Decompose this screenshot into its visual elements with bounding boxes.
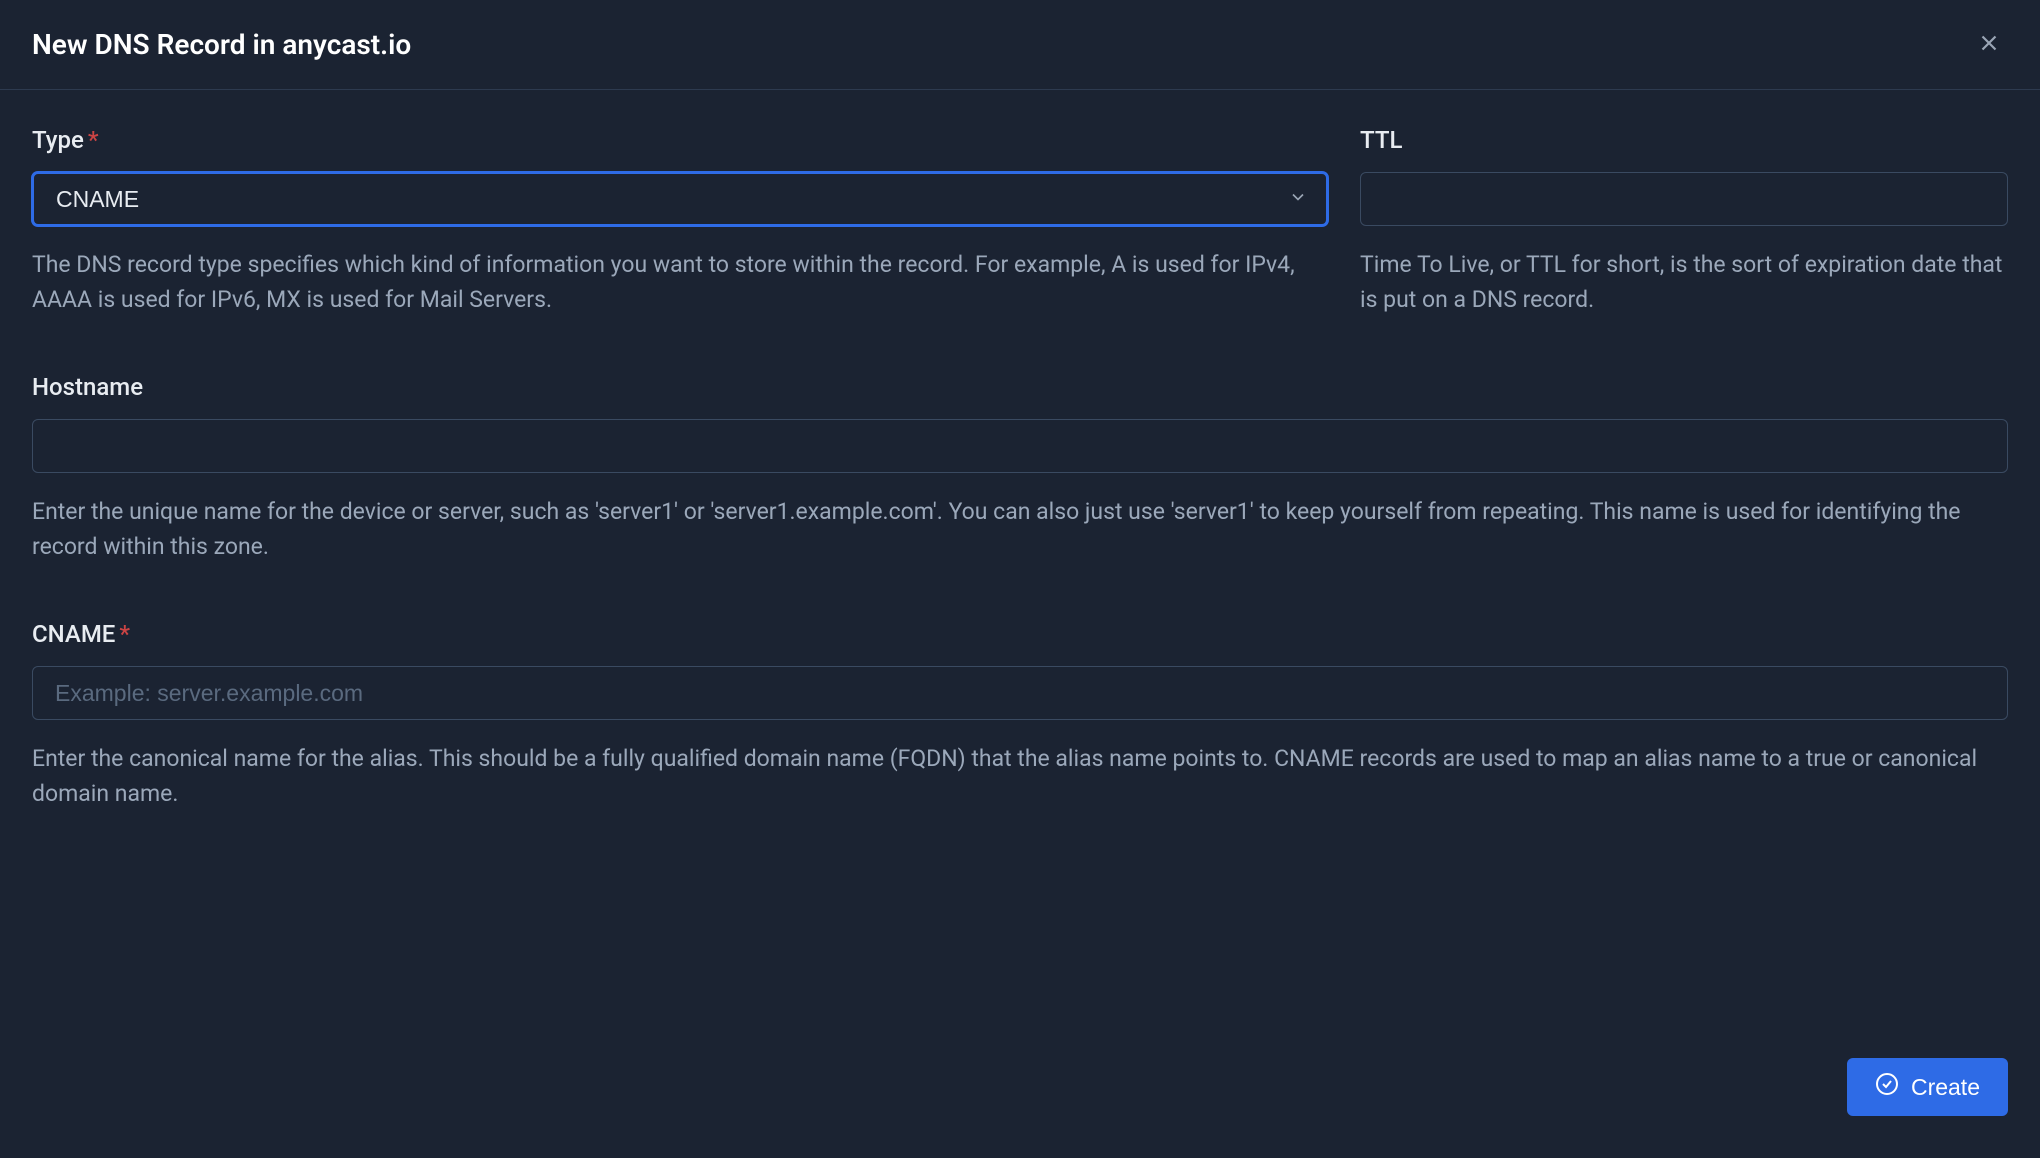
- form-row-type-ttl: Type* The DNS record type specifies whic…: [32, 126, 2008, 317]
- hostname-label: Hostname: [32, 373, 2008, 401]
- create-button[interactable]: Create: [1847, 1058, 2008, 1116]
- cname-label-text: CNAME: [32, 620, 115, 648]
- cname-help-text: Enter the canonical name for the alias. …: [32, 742, 2008, 811]
- close-icon: [1976, 30, 2002, 59]
- type-help-text: The DNS record type specifies which kind…: [32, 248, 1328, 317]
- modal-title: New DNS Record in anycast.io: [32, 28, 411, 61]
- check-circle-icon: [1875, 1072, 1899, 1102]
- ttl-input[interactable]: [1360, 172, 2008, 226]
- type-label-text: Type: [32, 126, 84, 154]
- ttl-label: TTL: [1360, 126, 2008, 154]
- type-select-wrapper: [32, 172, 1328, 226]
- required-asterisk: *: [88, 126, 99, 154]
- cname-field-group: CNAME* Enter the canonical name for the …: [32, 620, 2008, 811]
- required-asterisk: *: [119, 620, 130, 648]
- ttl-help-text: Time To Live, or TTL for short, is the s…: [1360, 248, 2008, 317]
- cname-label: CNAME*: [32, 620, 2008, 648]
- type-label: Type*: [32, 126, 1328, 154]
- hostname-field-group: Hostname Enter the unique name for the d…: [32, 373, 2008, 564]
- type-field-group: Type* The DNS record type specifies whic…: [32, 126, 1328, 317]
- hostname-input[interactable]: [32, 419, 2008, 473]
- close-button[interactable]: [1970, 24, 2008, 65]
- hostname-help-text: Enter the unique name for the device or …: [32, 495, 2008, 564]
- create-button-label: Create: [1911, 1074, 1980, 1101]
- ttl-field-group: TTL Time To Live, or TTL for short, is t…: [1360, 126, 2008, 317]
- modal-footer: Create: [0, 1034, 2040, 1158]
- modal-body: Type* The DNS record type specifies whic…: [0, 90, 2040, 903]
- type-select[interactable]: [32, 172, 1328, 226]
- modal-header: New DNS Record in anycast.io: [0, 0, 2040, 90]
- cname-input[interactable]: [32, 666, 2008, 720]
